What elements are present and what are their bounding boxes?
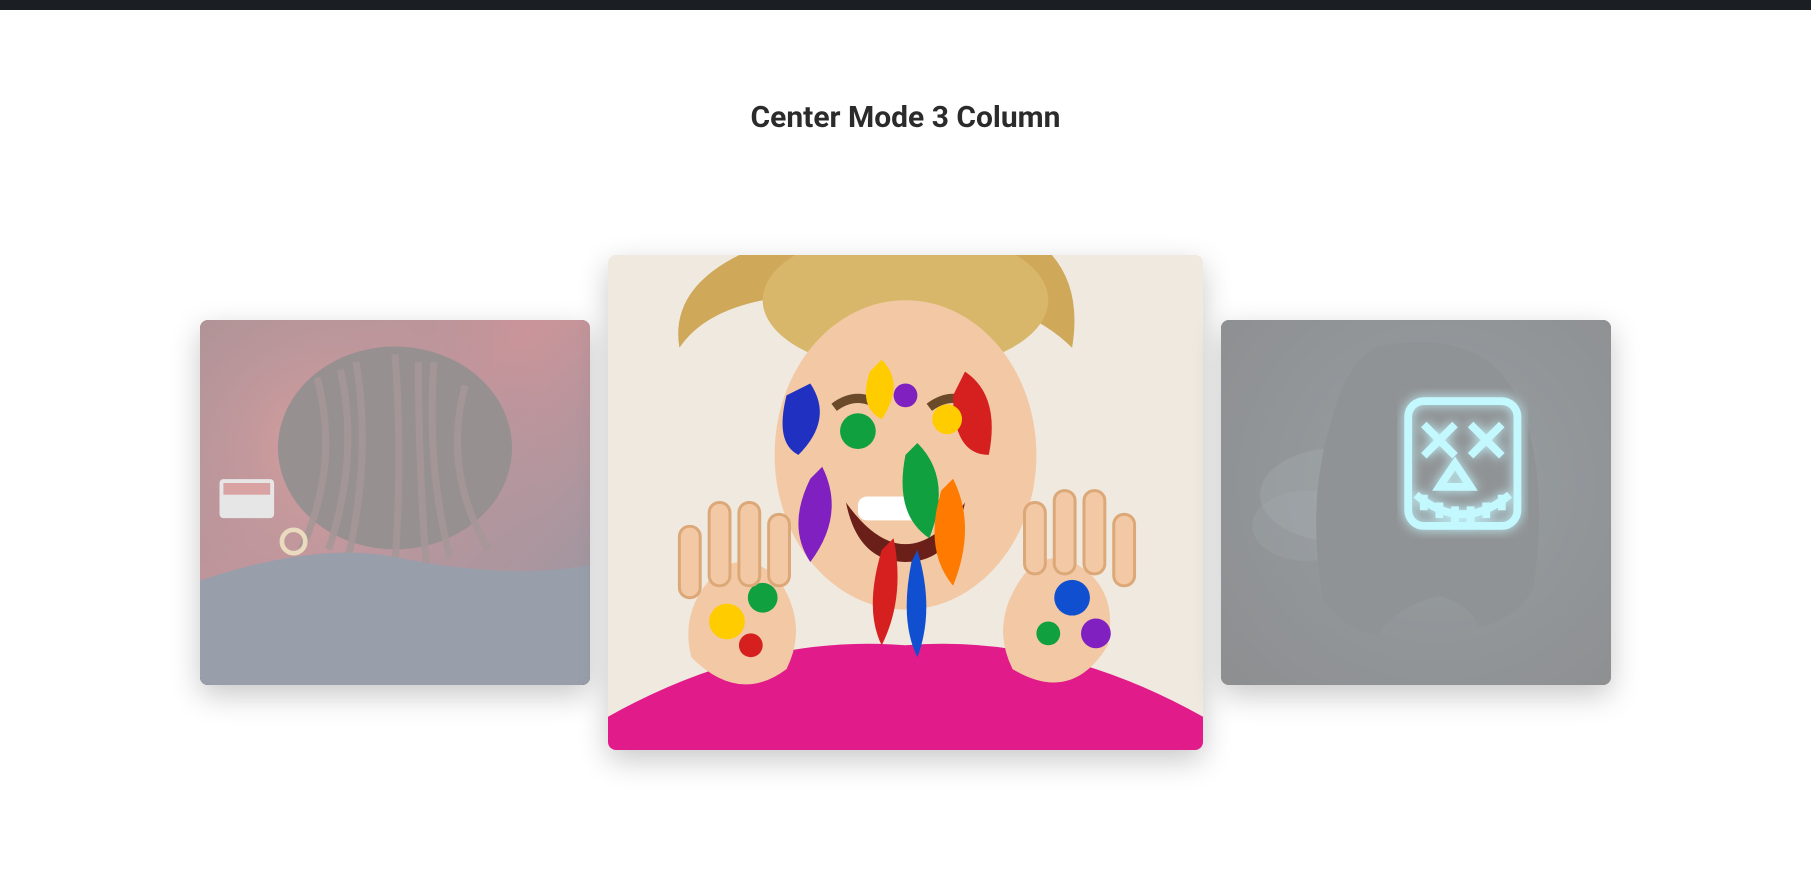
- slide-image-center: [608, 255, 1203, 750]
- section-title: Center Mode 3 Column: [0, 100, 1811, 135]
- page: Center Mode 3 Column: [0, 100, 1811, 750]
- carousel-slide-center[interactable]: [608, 255, 1203, 750]
- slide-image-right: [1221, 320, 1611, 685]
- carousel-slide-right[interactable]: [1221, 320, 1611, 685]
- carousel: [0, 255, 1811, 750]
- slide-image-left: [200, 320, 590, 685]
- carousel-slide-left[interactable]: [200, 320, 590, 685]
- browser-topbar: [0, 0, 1811, 10]
